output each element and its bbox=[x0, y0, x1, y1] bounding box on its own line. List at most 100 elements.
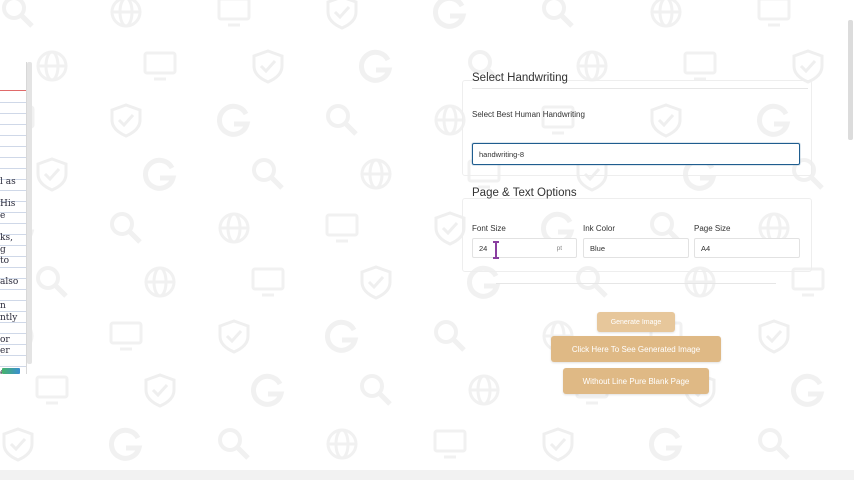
ink-color-value: Blue bbox=[590, 243, 606, 253]
search-icon bbox=[542, 0, 574, 28]
preview-text: to bbox=[0, 256, 10, 266]
options-panel bbox=[462, 198, 812, 272]
ruled-line bbox=[0, 157, 26, 158]
ruled-line bbox=[0, 135, 26, 136]
monitor-icon bbox=[683, 51, 717, 81]
shield-check-icon bbox=[758, 319, 790, 354]
shield-check-icon bbox=[792, 49, 824, 84]
section-divider bbox=[472, 88, 808, 89]
google-icon bbox=[109, 427, 143, 461]
preview-text: e bbox=[0, 211, 6, 221]
globe-icon bbox=[360, 158, 392, 190]
shield-check-icon bbox=[218, 319, 250, 354]
ruled-line bbox=[0, 102, 26, 103]
globe-icon bbox=[110, 0, 142, 28]
search-icon bbox=[36, 266, 68, 298]
page-size-value: A4 bbox=[701, 243, 711, 253]
ruled-line bbox=[0, 366, 26, 367]
globe-icon bbox=[326, 428, 358, 460]
ruled-line bbox=[0, 113, 26, 114]
generate-image-button[interactable]: Generate Image bbox=[597, 312, 675, 332]
monitor-icon bbox=[757, 0, 791, 27]
bottom-edge bbox=[0, 470, 854, 480]
ruled-line bbox=[0, 146, 26, 147]
see-generated-image-button[interactable]: Click Here To See Generated Image bbox=[551, 336, 721, 362]
preview-text: ks, bbox=[0, 233, 13, 243]
google-icon bbox=[791, 373, 825, 407]
preview-scrollbar[interactable] bbox=[27, 62, 32, 364]
handwriting-select-label: Select Best Human Handwriting bbox=[472, 110, 585, 119]
monitor-icon bbox=[35, 375, 69, 405]
google-icon bbox=[251, 373, 285, 407]
preview-text: also bbox=[0, 277, 19, 287]
ruled-line bbox=[0, 311, 26, 312]
handwriting-preview: l as His e ks, g to also n ntly or er el bbox=[0, 62, 27, 374]
shield-check-icon bbox=[542, 427, 574, 462]
preview-text: His bbox=[0, 199, 16, 209]
preview-text: g bbox=[0, 245, 6, 255]
ruled-line bbox=[0, 223, 26, 224]
font-size-label: Font Size bbox=[472, 224, 506, 233]
ruled-line bbox=[0, 124, 26, 125]
google-icon bbox=[325, 319, 359, 353]
preview-text: ntly bbox=[0, 313, 18, 323]
preview-text: l as bbox=[0, 177, 16, 187]
font-size-unit: pt bbox=[556, 245, 562, 252]
shield-check-icon bbox=[2, 427, 34, 462]
ruled-line bbox=[0, 190, 26, 191]
search-icon bbox=[758, 428, 790, 460]
search-icon bbox=[2, 0, 34, 28]
preview-text: or bbox=[0, 335, 10, 345]
handwriting-select[interactable]: handwriting-8 bbox=[472, 143, 800, 165]
ruled-line bbox=[0, 168, 26, 169]
search-icon bbox=[252, 158, 284, 190]
shield-check-icon bbox=[36, 157, 68, 192]
ruled-line bbox=[0, 267, 26, 268]
handwriting-section-title: Select Handwriting bbox=[472, 72, 568, 84]
google-icon bbox=[143, 157, 177, 191]
shield-check-icon bbox=[110, 103, 142, 138]
monitor-icon bbox=[251, 267, 285, 297]
ruled-line bbox=[0, 333, 26, 334]
preview-text: n bbox=[0, 301, 6, 311]
shield-check-icon bbox=[326, 0, 358, 30]
search-icon bbox=[218, 428, 250, 460]
search-icon bbox=[360, 374, 392, 406]
page-size-label: Page Size bbox=[694, 224, 731, 233]
preview-text: er bbox=[0, 346, 10, 356]
font-size-value: 24 bbox=[479, 243, 488, 253]
google-icon bbox=[649, 427, 683, 461]
monitor-icon bbox=[325, 213, 359, 243]
shield-check-icon bbox=[252, 49, 284, 84]
google-icon bbox=[217, 103, 251, 137]
shield-check-icon bbox=[360, 265, 392, 300]
globe-icon bbox=[218, 212, 250, 244]
monitor-icon bbox=[433, 429, 467, 459]
ink-color-label: Ink Color bbox=[583, 224, 616, 233]
shield-check-icon bbox=[144, 373, 176, 408]
search-icon bbox=[326, 104, 358, 136]
globe-icon bbox=[36, 50, 68, 82]
globe-icon bbox=[650, 0, 682, 28]
preview-stamp bbox=[2, 368, 20, 374]
monitor-icon bbox=[143, 51, 177, 81]
ink-color-select[interactable]: Blue bbox=[583, 238, 689, 258]
google-icon bbox=[433, 0, 467, 29]
page-size-select[interactable]: A4 bbox=[694, 238, 800, 258]
font-size-input[interactable]: 24 pt bbox=[472, 238, 577, 258]
options-section-title: Page & Text Options bbox=[472, 187, 577, 199]
handwriting-select-value: handwriting-8 bbox=[479, 149, 525, 159]
google-icon bbox=[359, 49, 393, 83]
globe-icon bbox=[144, 266, 176, 298]
monitor-icon bbox=[217, 0, 251, 27]
globe-icon bbox=[468, 374, 500, 406]
margin-line bbox=[0, 90, 26, 91]
search-icon bbox=[110, 212, 142, 244]
page-scrollbar[interactable] bbox=[848, 20, 853, 140]
form-divider bbox=[496, 283, 776, 284]
blank-page-button[interactable]: Without Line Pure Blank Page bbox=[563, 368, 709, 394]
monitor-icon bbox=[109, 321, 143, 351]
text-cursor-icon bbox=[493, 241, 499, 259]
ruled-line bbox=[0, 289, 26, 290]
globe-icon bbox=[576, 50, 608, 82]
